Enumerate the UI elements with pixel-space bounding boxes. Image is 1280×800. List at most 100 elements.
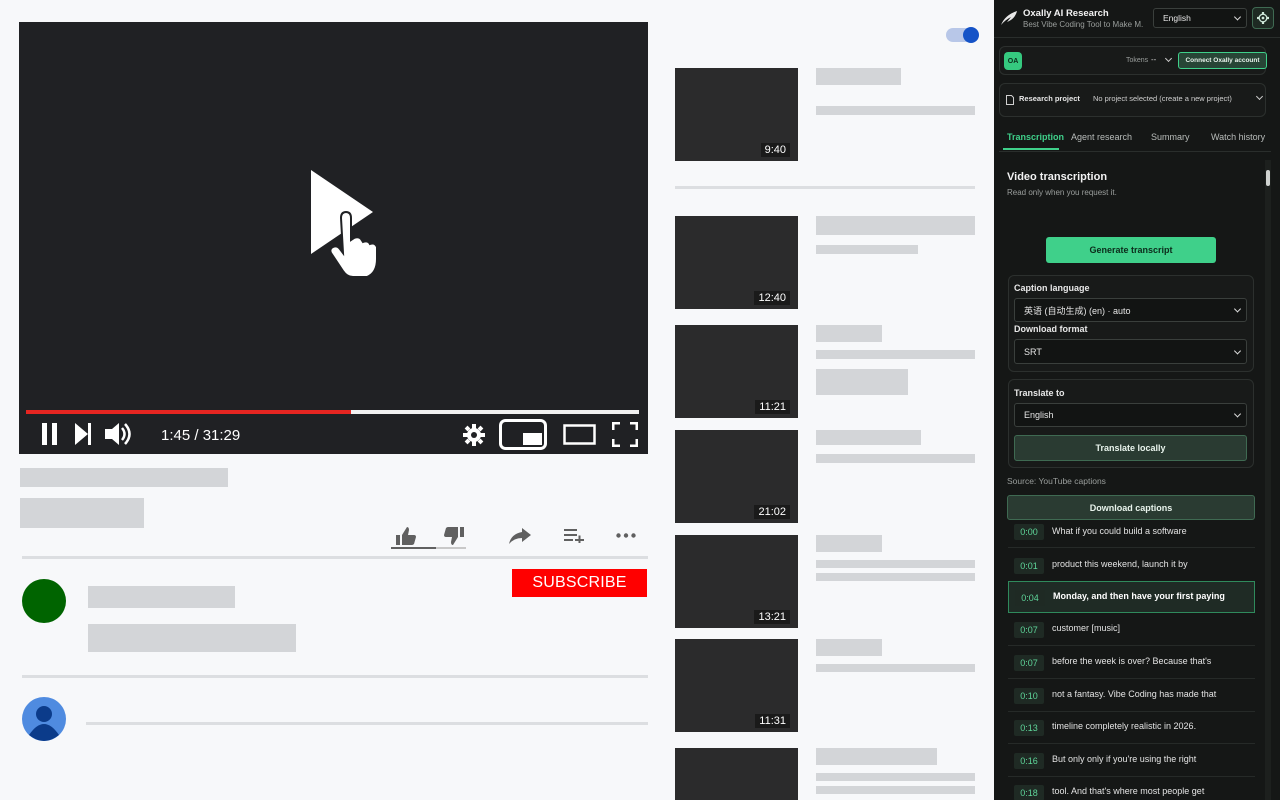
caption-timestamp[interactable]: 0:13 <box>1014 720 1044 736</box>
caption-timestamp[interactable]: 0:10 <box>1014 688 1044 704</box>
volume-icon[interactable] <box>105 421 133 447</box>
theater-mode-icon[interactable] <box>563 424 596 445</box>
caption-row[interactable]: 0:18 tool. And that's where most people … <box>1008 777 1255 800</box>
autoplay-toggle[interactable] <box>946 27 979 43</box>
chevron-down-icon[interactable] <box>1255 92 1264 101</box>
video-thumbnail[interactable]: 11:31 <box>675 639 798 732</box>
tokens-label: Tokens <box>1126 57 1149 64</box>
video-duration: 9:40 <box>760 143 790 157</box>
caption-text: product this weekend, launch it by <box>1052 559 1188 569</box>
panel-scrollbar[interactable] <box>1265 160 1271 800</box>
tab-agent-research[interactable]: Agent research <box>1071 132 1132 142</box>
caption-row[interactable]: 0:10 not a fantasy. Vibe Coding has made… <box>1008 680 1255 712</box>
tab-watch-history[interactable]: Watch history <box>1211 132 1265 142</box>
caption-text: customer [music] <box>1052 623 1121 633</box>
toggle-knob <box>963 27 979 43</box>
tab-transcription[interactable]: Transcription <box>1007 132 1064 142</box>
chevron-down-icon <box>1233 305 1242 313</box>
video-title-placeholder <box>816 430 921 445</box>
settings-button[interactable] <box>1252 7 1274 29</box>
dislike-icon[interactable] <box>444 527 464 545</box>
caption-text: before the week is over? Because that's <box>1052 656 1212 666</box>
caption-language-select[interactable]: 英语 (自动生成) (en) · auto <box>1014 298 1247 322</box>
video-title-placeholder <box>816 639 882 656</box>
caption-text: not a fantasy. Vibe Coding has made that <box>1052 689 1217 699</box>
caption-timestamp[interactable]: 0:01 <box>1014 558 1044 574</box>
translate-to-label: Translate to <box>1014 388 1065 398</box>
section-subtitle: Read only when you request it. <box>1007 188 1117 197</box>
gear-icon <box>1257 12 1269 24</box>
divider <box>22 556 648 559</box>
video-meta-placeholder <box>816 369 908 395</box>
video-thumbnail[interactable]: 13:21 <box>675 535 798 628</box>
like-icon[interactable] <box>396 527 416 545</box>
caption-row[interactable]: 0:07 customer [music] <box>1008 614 1255 646</box>
divider <box>999 151 1271 152</box>
caption-timestamp[interactable]: 0:07 <box>1014 622 1044 638</box>
like-ratio-bar <box>391 547 466 549</box>
video-title-placeholder <box>20 468 228 487</box>
caption-text: What if you could build a software <box>1052 526 1187 536</box>
video-meta-placeholder <box>816 573 975 581</box>
share-icon[interactable] <box>509 528 531 544</box>
caption-row[interactable]: 0:00 What if you could build a software <box>1008 516 1255 548</box>
chevron-down-icon[interactable] <box>1164 54 1173 63</box>
next-icon[interactable] <box>75 423 93 445</box>
comment-input-line[interactable] <box>86 722 648 725</box>
caption-timestamp[interactable]: 0:18 <box>1014 785 1044 800</box>
section-title: Video transcription <box>1007 171 1108 183</box>
channel-name-placeholder <box>88 586 235 608</box>
video-duration: 12:40 <box>754 291 790 305</box>
video-duration: 21:02 <box>754 505 790 519</box>
tab-summary[interactable]: Summary <box>1151 132 1190 142</box>
video-thumbnail[interactable]: 12:40 <box>675 216 798 309</box>
video-thumbnail[interactable]: 9:40 <box>675 68 798 161</box>
caption-timestamp[interactable]: 0:16 <box>1014 753 1044 769</box>
caption-row[interactable]: 0:01 product this weekend, launch it by <box>1008 550 1255 582</box>
tokens-value: -- <box>1151 55 1157 64</box>
more-options-icon[interactable] <box>616 533 636 538</box>
generate-transcript-button[interactable]: Generate transcript <box>1046 237 1216 263</box>
video-thumbnail[interactable]: 21:02 <box>675 430 798 523</box>
video-player[interactable]: 1:45 / 31:29 <box>19 22 648 454</box>
save-playlist-icon[interactable] <box>564 529 584 543</box>
video-meta-placeholder <box>20 498 144 528</box>
caption-source-text: Source: YouTube captions <box>1007 476 1106 486</box>
fullscreen-icon[interactable] <box>612 422 638 447</box>
miniplayer-icon[interactable] <box>499 419 547 450</box>
caption-timestamp[interactable]: 0:00 <box>1014 524 1044 540</box>
research-project-select[interactable]: No project selected (create a new projec… <box>1093 94 1232 103</box>
caption-timestamp[interactable]: 0:04 <box>1015 590 1045 606</box>
language-select[interactable]: English <box>1153 8 1247 28</box>
channel-avatar[interactable] <box>22 579 66 623</box>
play-cursor-icon[interactable] <box>311 170 401 290</box>
progress-played <box>26 410 351 414</box>
caption-text: tool. And that's where most people get <box>1052 786 1205 796</box>
account-box: OA Tokens -- Connect Oxally account <box>999 46 1267 75</box>
caption-row[interactable]: 0:07 before the week is over? Because th… <box>1008 647 1255 679</box>
account-avatar: OA <box>1004 52 1022 70</box>
video-meta-placeholder <box>816 106 975 115</box>
chevron-down-icon <box>1233 13 1242 21</box>
caption-text: But only only if you're using the right <box>1052 754 1197 764</box>
video-duration: 13:21 <box>754 610 790 624</box>
video-thumbnail[interactable] <box>675 748 798 800</box>
translate-locally-button[interactable]: Translate locally <box>1014 435 1247 461</box>
subscribe-button[interactable]: SUBSCRIBE <box>512 569 647 597</box>
video-thumbnail[interactable]: 11:21 <box>675 325 798 418</box>
pause-icon[interactable] <box>41 423 59 445</box>
caption-row[interactable]: 0:16 But only only if you're using the r… <box>1008 745 1255 777</box>
caption-timestamp[interactable]: 0:07 <box>1014 655 1044 671</box>
connect-account-button[interactable]: Connect Oxally account <box>1178 52 1267 69</box>
caption-row-active[interactable]: 0:04 Monday, and then have your first pa… <box>1008 581 1255 613</box>
download-format-select[interactable]: SRT <box>1014 339 1247 364</box>
document-icon <box>1006 95 1014 105</box>
progress-bar[interactable] <box>26 410 639 414</box>
translate-to-select[interactable]: English <box>1014 403 1247 427</box>
active-tab-indicator <box>1003 148 1059 150</box>
divider <box>994 37 1280 38</box>
divider <box>22 675 648 678</box>
settings-gear-icon[interactable] <box>463 424 485 446</box>
caption-language-label: Caption language <box>1014 283 1090 293</box>
caption-row[interactable]: 0:13 timeline completely realistic in 20… <box>1008 712 1255 744</box>
